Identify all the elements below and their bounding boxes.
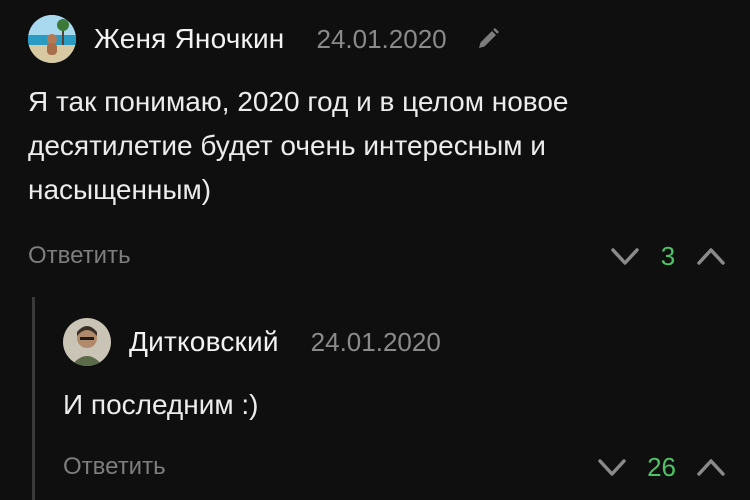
vote-controls: 26 [595,450,728,484]
comment-header: Дитковский 24.01.2020 [63,317,728,367]
comment-footer: Ответить 26 [63,447,728,487]
avatar[interactable] [63,318,111,366]
comment-date: 24.01.2020 [316,23,447,54]
comment-text: Я так понимаю, 2020 год и в целом новое … [28,86,569,205]
comment-header: Женя Яночкин 24.01.2020 [28,14,728,64]
chevron-down-icon[interactable] [595,450,629,484]
comment-reply: Дитковский 24.01.2020 И последним :) Отв… [63,317,728,482]
avatar[interactable] [28,15,76,63]
chevron-up-icon[interactable] [694,450,728,484]
comment: Женя Яночкин 24.01.2020 Я так понимаю, 2… [28,14,728,271]
reply-button[interactable]: Ответить [28,242,131,270]
vote-score: 26 [647,451,676,482]
reply-button[interactable]: Ответить [63,453,166,481]
avatar-person-icon [63,318,111,366]
thread-line[interactable] [32,297,35,500]
vote-score: 3 [660,240,676,271]
comment-text: И последним :) [63,389,259,420]
chevron-down-icon[interactable] [608,239,642,273]
comments-screen: Женя Яночкин 24.01.2020 Я так понимаю, 2… [0,0,750,500]
author-name[interactable]: Дитковский [129,326,279,358]
vote-controls: 3 [608,239,728,273]
comment-footer: Ответить 3 [28,236,728,276]
comment-date: 24.01.2020 [310,326,441,357]
author-name[interactable]: Женя Яночкин [94,23,284,55]
pencil-icon[interactable] [475,26,501,52]
avatar-beach-icon [28,15,76,63]
chevron-up-icon[interactable] [694,239,728,273]
